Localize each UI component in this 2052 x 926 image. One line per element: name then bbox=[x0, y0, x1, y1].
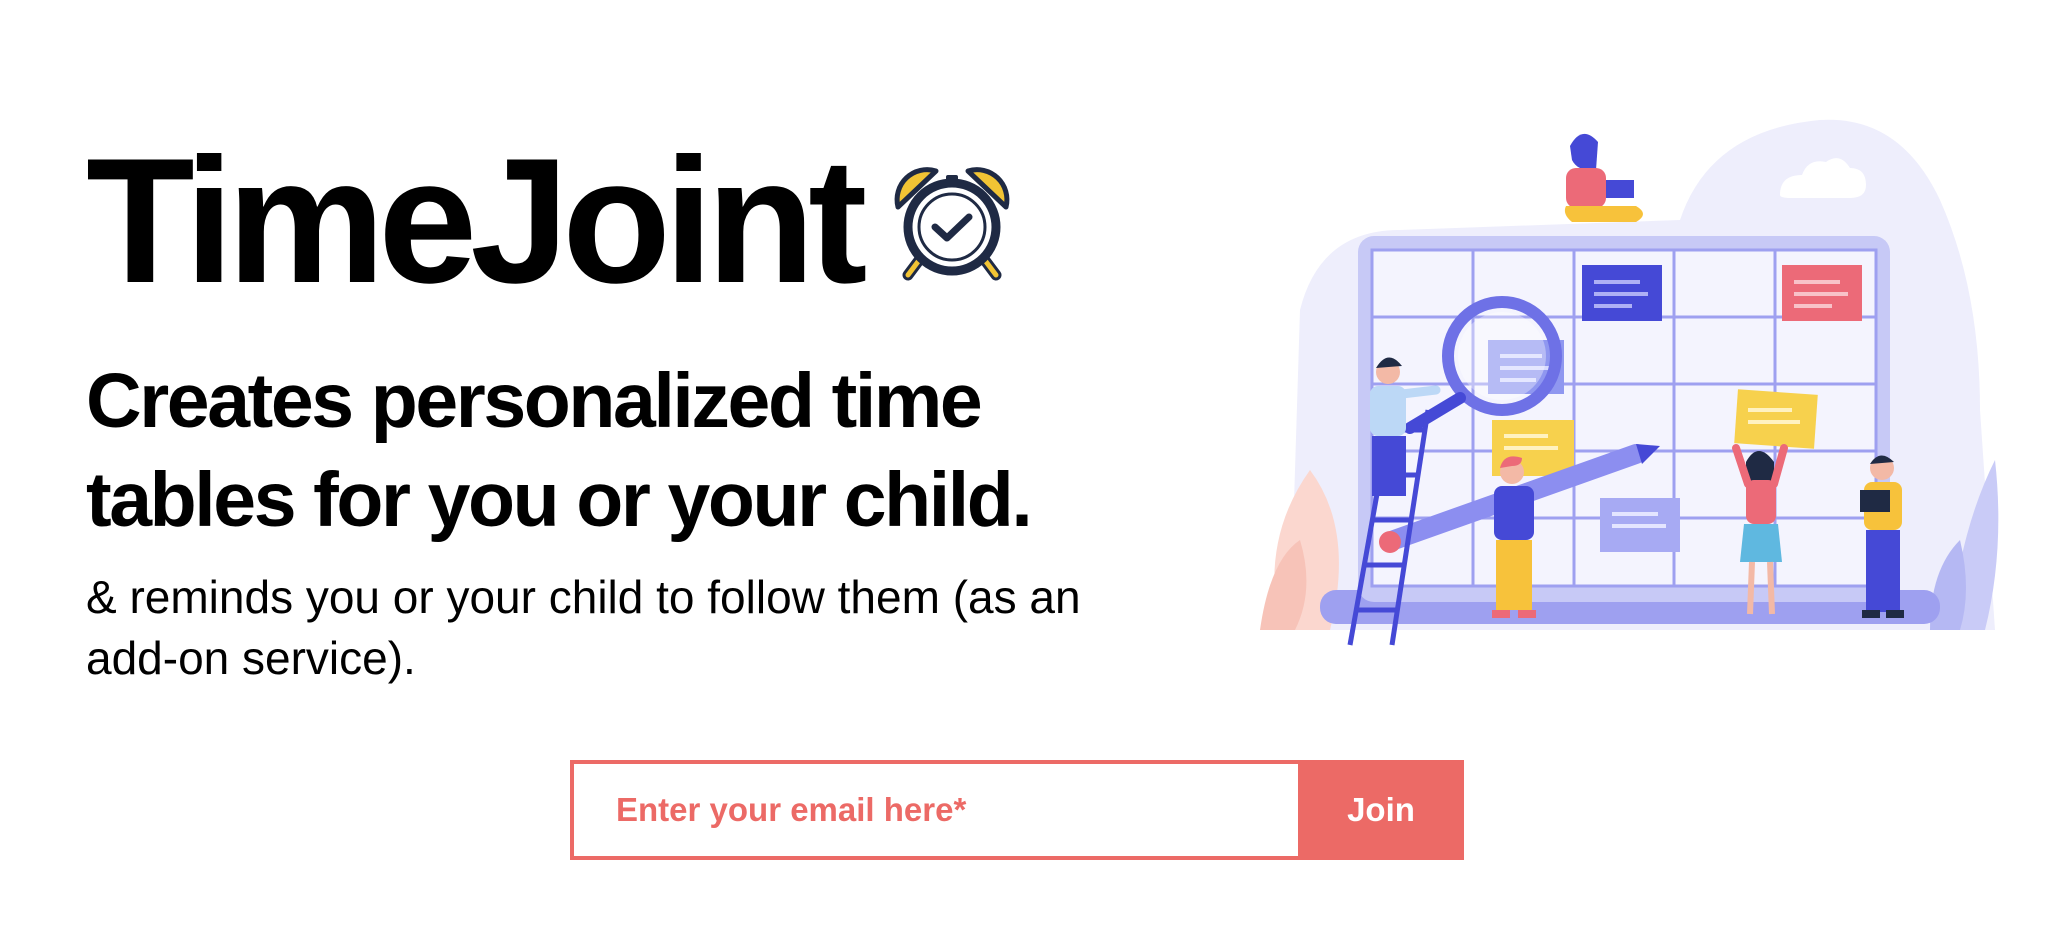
clock-face-inner bbox=[917, 192, 987, 262]
join-button[interactable]: Join bbox=[1298, 760, 1464, 860]
clock-knob bbox=[946, 175, 959, 184]
sticky-note-yellow-held bbox=[1734, 389, 1818, 449]
email-signup-form: Join bbox=[570, 760, 1464, 860]
sticky-note-lavender bbox=[1600, 498, 1680, 552]
brand-header: TimeJoint bbox=[86, 132, 1014, 310]
team-planning-illustration bbox=[1260, 119, 1999, 646]
person-sitting-on-board bbox=[1564, 133, 1643, 222]
brand-title: TimeJoint bbox=[86, 121, 867, 320]
hero-headline: Creates personalized time tables for you… bbox=[86, 358, 1033, 543]
alarm-clock-icon bbox=[895, 167, 1010, 281]
sticky-note-red bbox=[1782, 265, 1862, 321]
sticky-note-blue bbox=[1582, 265, 1662, 321]
hero-subtext: & reminds you or your child to follow th… bbox=[86, 571, 1081, 684]
email-input[interactable] bbox=[570, 760, 1298, 860]
